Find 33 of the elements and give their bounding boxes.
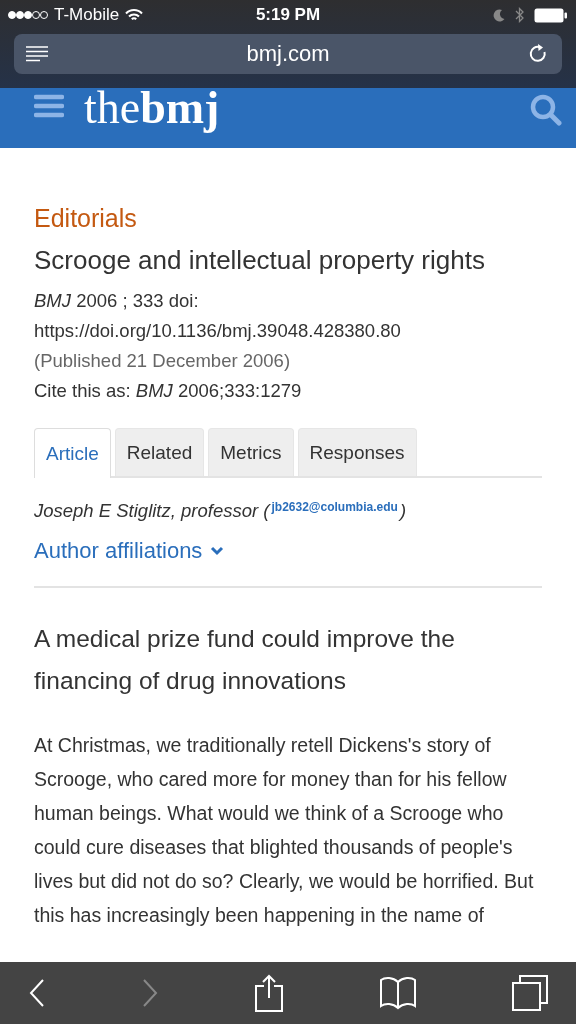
chevron-left-icon xyxy=(28,978,46,1008)
wifi-icon xyxy=(125,8,144,22)
share-icon xyxy=(254,974,284,1012)
chevron-down-icon[interactable] xyxy=(210,546,225,556)
address-bar[interactable]: bmj.com xyxy=(14,34,562,74)
closing-parenthesis: ) xyxy=(399,500,407,522)
status-time: 5:19 PM xyxy=(255,5,321,25)
publication-date: (Published 21 December 2006) xyxy=(34,349,292,373)
article-tab[interactable]: Metrics xyxy=(208,428,294,476)
article-tab[interactable]: Related xyxy=(114,428,205,476)
affiliations-link[interactable]: Author affiliations xyxy=(34,538,203,564)
body-paragraph: At Christmas, we traditionally retell Dickens's story of Scrooge, who cared more for money than for his fellow human beings. What would we think of a Scrooge who could cure diseases that blighted thousands of people's lives but did not do so? Clearly, we would be horrified. But this has increasingly been happening in the name of xyxy=(34,733,535,928)
section-label[interactable]: Editorials xyxy=(34,204,542,233)
book-icon xyxy=(379,976,417,1010)
tabs-icon xyxy=(512,975,548,1011)
battery-icon xyxy=(534,7,568,23)
author-name: Joseph E Stiglitz, professor ( xyxy=(34,500,270,522)
article-title: Scrooge and intellectual property rights xyxy=(34,245,486,276)
doi-link[interactable]: https://doi.org/10.1136/bmj.39048.428380.80 xyxy=(34,316,542,346)
reader-icon[interactable] xyxy=(26,46,48,62)
carrier-name: T-Mobile xyxy=(54,5,120,25)
bluetooth-icon xyxy=(515,7,524,23)
moon-icon xyxy=(493,8,505,22)
standfirst-heading: A medical prize fund could improve the financing of drug innovations xyxy=(34,624,456,696)
reload-icon[interactable] xyxy=(528,43,548,65)
signal-icon xyxy=(8,10,48,20)
article-tab[interactable]: Responses xyxy=(297,428,417,476)
article-tab[interactable]: Article xyxy=(34,428,111,478)
email-link[interactable]: jb2632@columbia.edu xyxy=(269,500,400,514)
cite-text: Cite this as: BMJ 2006;333:1279 xyxy=(34,379,303,403)
chevron-right-icon xyxy=(141,978,159,1008)
citation-text: BMJ 2006 ; 333 doi: xyxy=(34,289,200,313)
url-text: bmj.com xyxy=(246,41,330,67)
